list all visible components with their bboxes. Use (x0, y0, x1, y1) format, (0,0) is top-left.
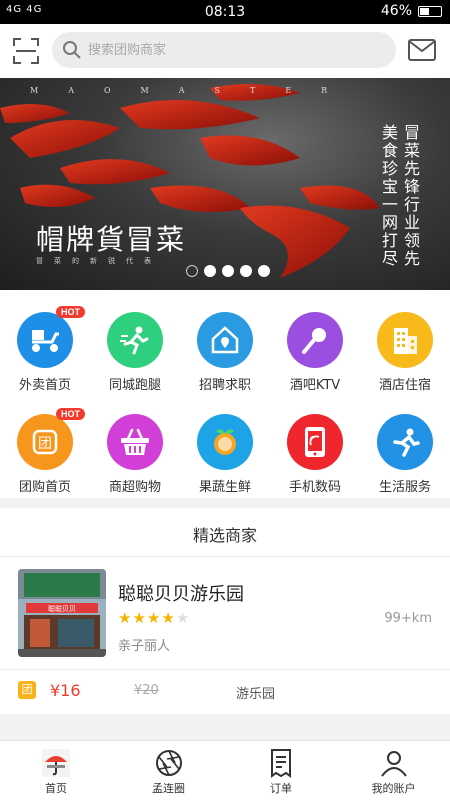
star-icon: ★ (175, 609, 191, 627)
category-label: 招聘求职 (198, 378, 251, 393)
tab-label: 首页 (45, 782, 67, 795)
category-label: 生活服务 (378, 480, 431, 495)
divider (0, 669, 450, 670)
group-buy-icon: 团 HOT (17, 408, 85, 470)
search-icon (63, 41, 81, 59)
bottom-tab-bar: 首页 孟连圈 订单 我的账户 (0, 740, 450, 800)
hot-badge: HOT (56, 408, 85, 420)
category-item[interactable]: HOT 外卖首页 (0, 306, 90, 393)
tab-item[interactable]: 首页 (0, 741, 112, 800)
microphone-icon (287, 312, 343, 368)
hot-badge: HOT (56, 306, 85, 318)
banner-pagination[interactable] (186, 265, 270, 277)
order-document-icon (266, 748, 296, 778)
building-icon (377, 312, 433, 368)
tab-label: 我的账户 (371, 782, 416, 795)
scooter-icon: HOT (17, 306, 85, 368)
category-item[interactable]: 商超购物 (90, 414, 180, 495)
svg-text:团: 团 (38, 436, 52, 452)
category-item[interactable]: 同城跑腿 (90, 312, 180, 393)
banner-dot[interactable] (222, 265, 234, 277)
banner-dot[interactable] (258, 265, 270, 277)
divider (0, 556, 450, 557)
star-icon: ★ (118, 609, 133, 627)
search-bar[interactable] (52, 32, 396, 68)
banner-subtitle: 冒菜的新锐代表 (36, 257, 162, 265)
phone-icon (287, 414, 343, 470)
basket-icon (107, 414, 163, 470)
group-deal-badge: 团 (18, 681, 36, 699)
banner-dot[interactable] (240, 265, 252, 277)
message-button[interactable] (408, 39, 436, 63)
category-item[interactable]: 团 HOT 团购首页 (0, 408, 90, 495)
tab-item[interactable]: 我的账户 (338, 741, 450, 800)
star-icon: ★ (161, 609, 176, 627)
scan-button[interactable] (12, 37, 40, 65)
top-bar (0, 24, 450, 78)
category-item[interactable]: 手机数码 (270, 414, 360, 495)
umbrella-home-icon (41, 748, 71, 778)
category-label: 商超购物 (108, 480, 161, 495)
running-man-icon (377, 414, 433, 470)
star-icon: ★ (132, 609, 147, 627)
category-item[interactable]: 酒店住宿 (360, 312, 450, 393)
house-pin-icon (197, 312, 253, 368)
promo-banner[interactable]: MAOMASTER 帽牌貨冒菜 冒菜的新锐代表 冒菜先锋 美食珍宝 行业领先 一… (0, 78, 450, 290)
tab-label: 孟连圈 (152, 782, 185, 795)
category-label: 酒店住宿 (378, 378, 431, 393)
orange-icon (197, 414, 253, 470)
banner-dot[interactable] (204, 265, 216, 277)
tab-item[interactable]: 订单 (225, 741, 337, 800)
storefront-image: 聪聪贝贝 (18, 569, 106, 657)
category-label: 外卖首页 (18, 378, 71, 393)
featured-merchants-section: 精选商家 聪聪贝贝 聪聪贝贝游乐园 ★★★★★ 亲子丽人 99+km 团 ¥16… (0, 508, 450, 714)
user-account-icon (379, 748, 409, 778)
store-sign: 聪聪贝贝 (48, 604, 76, 613)
search-input[interactable] (88, 38, 378, 62)
original-price: ¥20 (134, 683, 159, 698)
category-label: 手机数码 (288, 480, 341, 495)
scan-icon (13, 38, 39, 64)
section-title: 精选商家 (192, 526, 257, 545)
banner-brand-text: MAOMASTER (30, 86, 358, 95)
banner-slogan-4: 一网打尽 (379, 196, 398, 268)
shop-distance: 99+km (384, 611, 432, 626)
deal-category: 游乐园 (236, 687, 276, 702)
shop-tag: 亲子丽人 (118, 639, 171, 654)
battery-percent: 46% (380, 3, 412, 19)
category-label: 酒吧KTV (289, 378, 341, 393)
banner-slogan-3: 行业领先 (401, 196, 420, 268)
star-icon: ★ (146, 609, 162, 627)
banner-dot[interactable] (186, 265, 198, 277)
tab-item[interactable]: 孟连圈 (113, 741, 225, 800)
shop-name[interactable]: 聪聪贝贝游乐园 (118, 580, 244, 606)
banner-slogan-1: 冒菜先锋 (401, 124, 420, 196)
category-item[interactable]: 生活服务 (360, 414, 450, 495)
runner-icon (107, 312, 163, 368)
battery-icon (418, 5, 442, 17)
category-label: 果蔬生鲜 (198, 480, 251, 495)
aperture-icon (154, 748, 184, 778)
banner-title: 帽牌貨冒菜 (36, 223, 187, 256)
category-item[interactable]: 招聘求职 (180, 312, 270, 393)
status-bar: 4G 4G 08:13 46% (0, 0, 450, 24)
banner-slogan-2: 美食珍宝 (379, 124, 398, 196)
rating-stars: ★★★★★ (118, 609, 190, 627)
category-item[interactable]: 果蔬生鲜 (180, 414, 270, 495)
category-item[interactable]: 酒吧KTV (270, 312, 360, 393)
deal-price[interactable]: ¥16 (50, 681, 81, 700)
tab-label: 订单 (270, 782, 292, 795)
category-label: 同城跑腿 (108, 378, 161, 393)
envelope-icon (408, 39, 436, 61)
category-label: 团购首页 (18, 480, 71, 495)
shop-thumbnail[interactable]: 聪聪贝贝 (18, 569, 106, 657)
category-grid: HOT 外卖首页 同城跑腿 招聘求职 酒吧KTV 酒店住宿团 HOT 团购首页 商超购物 果蔬生鲜… (0, 290, 450, 498)
